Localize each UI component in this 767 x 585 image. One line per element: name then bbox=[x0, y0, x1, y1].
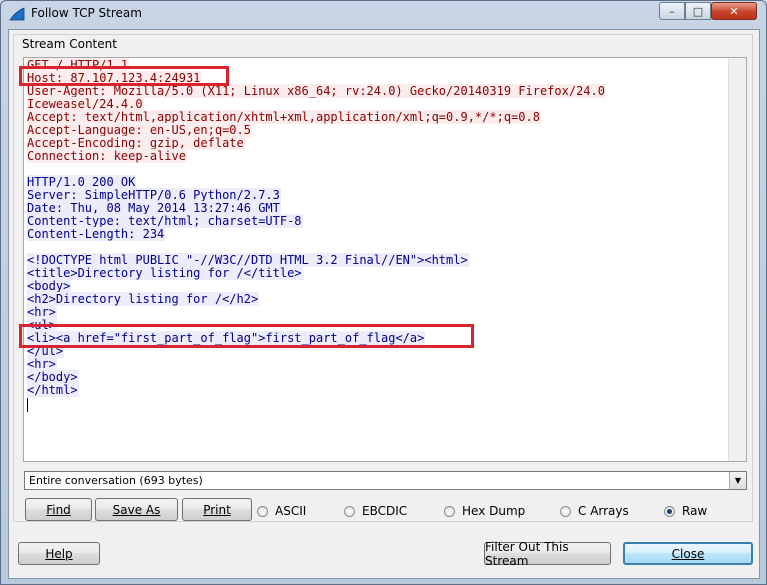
response-line: <hr> bbox=[27, 357, 728, 371]
find-button[interactable]: Find bbox=[25, 498, 92, 521]
find-button-label: Find bbox=[46, 502, 71, 517]
stream-line-text: <hr> bbox=[27, 305, 57, 319]
request-line: Connection: keep-alive bbox=[27, 149, 728, 163]
stream-line-text: <body> bbox=[27, 279, 72, 293]
conversation-select[interactable]: Entire conversation (693 bytes) ▼ bbox=[24, 471, 747, 490]
format-label: EBCDIC bbox=[362, 504, 408, 518]
format-label: Raw bbox=[682, 504, 708, 518]
stream-line-text: <hr> bbox=[27, 357, 57, 371]
save-as-button-label: Save As bbox=[112, 502, 161, 517]
close-window-button[interactable]: ✕ bbox=[711, 2, 757, 20]
stream-line-text: <title>Directory listing for /</title> bbox=[27, 266, 303, 280]
stream-line-text: Accept: text/html,application/xhtml+xml,… bbox=[27, 110, 541, 124]
vertical-scrollbar[interactable] bbox=[728, 58, 746, 461]
print-button-label: Print bbox=[203, 502, 231, 517]
follow-tcp-stream-window: Follow TCP Stream – □ ✕ Stream Content G… bbox=[0, 0, 767, 585]
window-title: Follow TCP Stream bbox=[31, 6, 142, 20]
stream-line-text: </body> bbox=[27, 370, 79, 384]
stream-line-text: Content-Length: 234 bbox=[27, 227, 166, 241]
stream-line-text: HTTP/1.0 200 OK bbox=[27, 175, 137, 189]
response-line: </body> bbox=[27, 370, 728, 384]
close-button-label: Close bbox=[671, 546, 705, 561]
format-label: ASCII bbox=[275, 504, 307, 518]
stream-line-text: User-Agent: Mozilla/5.0 (X11; Linux x86_… bbox=[27, 84, 606, 98]
stream-line-text: Iceweasel/24.4.0 bbox=[27, 97, 144, 111]
response-line: <h2>Directory listing for /</h2> bbox=[27, 292, 728, 306]
stream-content-label: Stream Content bbox=[20, 37, 119, 51]
help-button-label: Help bbox=[45, 546, 73, 561]
radio-icon bbox=[344, 505, 355, 517]
save-as-button[interactable]: Save As bbox=[95, 498, 178, 521]
chevron-down-icon[interactable]: ▼ bbox=[729, 472, 746, 489]
format-radio-c-arrays[interactable]: C Arrays bbox=[560, 503, 629, 519]
radio-icon bbox=[560, 505, 571, 517]
stream-line-text: <h2>Directory listing for /</h2> bbox=[27, 292, 260, 306]
title-bar[interactable]: Follow TCP Stream – □ ✕ bbox=[1, 1, 766, 27]
stream-line-text: Connection: keep-alive bbox=[27, 149, 187, 163]
host-highlight-box bbox=[19, 66, 229, 86]
dialog-body: Stream Content GET / HTTP/1.1 Host: 87.10… bbox=[8, 29, 760, 579]
print-button[interactable]: Print bbox=[182, 498, 252, 521]
filter-out-stream-button[interactable]: Filter Out This Stream bbox=[484, 539, 611, 568]
format-radio-ebcdic[interactable]: EBCDIC bbox=[344, 503, 407, 519]
response-line: <hr> bbox=[27, 305, 728, 319]
response-line: <title>Directory listing for /</title> bbox=[27, 266, 728, 280]
response-line: </html> bbox=[27, 383, 728, 397]
stream-line-text: Server: SimpleHTTP/0.6 Python/2.7.3 bbox=[27, 188, 281, 202]
flag-link-highlight-box bbox=[19, 324, 474, 348]
maximize-button[interactable]: □ bbox=[685, 2, 711, 20]
stream-line-text: </html> bbox=[27, 383, 79, 397]
format-radio-raw[interactable]: Raw bbox=[664, 503, 707, 519]
stream-line-text: Accept-Language: en-US,en;q=0.5 bbox=[27, 123, 252, 137]
stream-line-text: Accept-Encoding: gzip, deflate bbox=[27, 136, 245, 150]
format-radio-hex-dump[interactable]: Hex Dump bbox=[444, 503, 525, 519]
radio-icon bbox=[257, 505, 268, 517]
radio-icon bbox=[444, 505, 455, 517]
format-label: C Arrays bbox=[578, 504, 629, 518]
wireshark-fin-icon bbox=[9, 7, 25, 21]
stream-line-text: Date: Thu, 08 May 2014 13:27:46 GMT bbox=[27, 201, 281, 215]
stream-line-text: Content-type: text/html; charset=UTF-8 bbox=[27, 214, 303, 228]
format-radio-ascii[interactable]: ASCII bbox=[257, 503, 306, 519]
format-label: Hex Dump bbox=[462, 504, 526, 518]
minimize-button[interactable]: – bbox=[659, 2, 685, 20]
stream-line-text: <!DOCTYPE html PUBLIC "-//W3C//DTD HTML … bbox=[27, 253, 469, 267]
help-button[interactable]: Help bbox=[18, 542, 100, 565]
filter-out-button-label: Filter Out This Stream bbox=[485, 539, 569, 568]
radio-selected-icon bbox=[664, 505, 675, 517]
conversation-select-value: Entire conversation (693 bytes) bbox=[29, 474, 203, 487]
stream-content-textarea[interactable]: GET / HTTP/1.1 Host: 87.107.123.4:24931 Us… bbox=[23, 57, 747, 462]
close-button[interactable]: Close bbox=[623, 542, 753, 565]
response-line: Content-Length: 234 bbox=[27, 227, 728, 241]
text-caret bbox=[27, 398, 28, 412]
